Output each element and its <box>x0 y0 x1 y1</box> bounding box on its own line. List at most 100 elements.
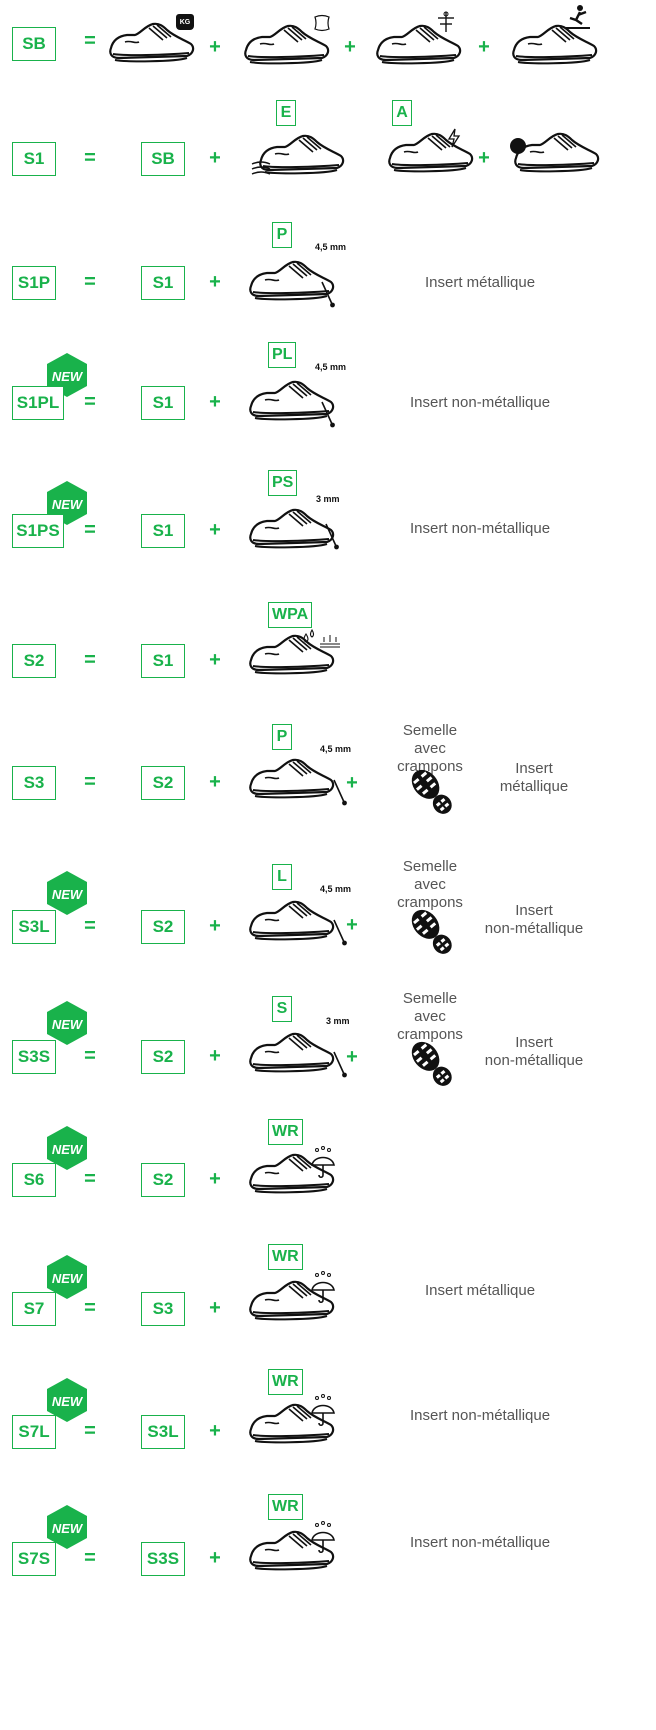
row-s1pl: NEW S1PL = S1 + PL 4,5 mm Insert non-mét… <box>0 330 656 450</box>
plus-sign: + <box>209 1297 221 1319</box>
symbol-box: L <box>272 864 292 890</box>
equals-sign: = <box>84 915 96 937</box>
nail-icon <box>318 400 338 430</box>
new-badge-label: NEW <box>52 1271 84 1286</box>
base-box: S2 <box>141 910 185 944</box>
equals-sign: = <box>84 30 96 52</box>
plus-sign: + <box>209 1547 221 1569</box>
symbol-box: S <box>272 996 292 1022</box>
sole-label-line1: Semelle avec <box>402 722 458 757</box>
code-box: SB <box>12 27 56 61</box>
base-box: S1 <box>141 266 185 300</box>
plus-sign: + <box>209 1420 221 1442</box>
impact-ball-icon <box>510 138 526 154</box>
note-text: Insert métallique <box>425 1282 536 1299</box>
note-text: Insert non-métallique <box>410 1407 551 1424</box>
plus-sign: + <box>209 915 221 937</box>
nail-icon <box>318 280 338 310</box>
code-box: S3L <box>12 910 56 944</box>
slip-icon <box>566 5 590 29</box>
base-box: S2 <box>141 1040 185 1074</box>
symbol-box: WR <box>268 1494 303 1520</box>
row-s6: NEW S6 = S2 + WR <box>0 1115 656 1235</box>
thickness-label: 4,5 mm <box>315 362 347 372</box>
symbol-box: PS <box>268 470 298 496</box>
row-s7s: NEW S7S = S3S + WR Insert non-métallique <box>0 1490 656 1610</box>
plus-sign: + <box>478 36 490 58</box>
plus-sign: + <box>346 914 358 936</box>
note-text: Insert non-métallique <box>484 1034 584 1070</box>
nail-icon <box>322 522 342 552</box>
sole-label-line1: Semelle avec <box>402 858 458 893</box>
equals-sign: = <box>84 649 96 671</box>
symbol-box: PL <box>268 342 297 368</box>
code-box: S7L <box>12 1415 56 1449</box>
shoe-icon <box>245 754 335 804</box>
plus-sign: + <box>344 36 356 58</box>
note-line1: Insert <box>515 1034 553 1051</box>
row-s3l: NEW S3L = S2 + L 4,5 mm + Semelle avec cr… <box>0 858 656 980</box>
equals-sign: = <box>84 1045 96 1067</box>
base-box: S1 <box>141 644 185 678</box>
code-box: S2 <box>12 644 56 678</box>
new-badge-label: NEW <box>52 1017 84 1032</box>
row-s1p: S1P = S1 + P 4,5 mm Insert métallique <box>0 210 656 330</box>
base-box: S3S <box>141 1542 185 1576</box>
sole-label-line1: Semelle avec <box>402 990 458 1025</box>
plus-sign: + <box>478 147 490 169</box>
note-line2: non-métallique <box>484 1052 584 1069</box>
code-box: S7 <box>12 1292 56 1326</box>
note-text: Insert métallique <box>425 274 536 291</box>
umbrella-icon <box>308 1393 338 1427</box>
code-box: S1P <box>12 266 56 300</box>
code-box: S7S <box>12 1542 56 1576</box>
equals-sign: = <box>84 147 96 169</box>
cleated-sole-icon <box>402 762 462 822</box>
umbrella-icon <box>308 1145 338 1179</box>
water-drops-icon <box>303 628 340 648</box>
code-box: S6 <box>12 1163 56 1197</box>
note-line2: non-métallique <box>484 920 584 937</box>
equals-sign: = <box>84 1420 96 1442</box>
symbol-box: WR <box>268 1369 303 1395</box>
base-box: S1 <box>141 514 185 548</box>
note-text: Insert non-métallique <box>410 1534 551 1551</box>
equals-sign: = <box>84 519 96 541</box>
base-box: SB <box>141 142 185 176</box>
plus-sign: + <box>209 1168 221 1190</box>
row-s7: NEW S7 = S3 + WR Insert métallique <box>0 1240 656 1360</box>
symbol-box: P <box>272 222 292 248</box>
equals-sign: = <box>84 1297 96 1319</box>
thickness-label: 4,5 mm <box>320 884 352 894</box>
base-box: S2 <box>141 1163 185 1197</box>
symbol-box: WR <box>268 1244 303 1270</box>
row-s1: S1 = SB + E A + <box>0 90 656 210</box>
thickness-label: 4,5 mm <box>320 744 352 754</box>
note-text: Insert non-métallique <box>410 520 551 537</box>
row-s3: S3 = S2 + P 4,5 mm + Semelle avec crampon… <box>0 720 656 840</box>
code-box: S3 <box>12 766 56 800</box>
base-box: S3L <box>141 1415 185 1449</box>
note-text: Insert non-métallique <box>410 394 551 411</box>
equals-sign: = <box>84 1168 96 1190</box>
thickness-label: 3 mm <box>316 494 340 504</box>
antistatic-icon <box>438 11 454 32</box>
plus-sign: + <box>346 772 358 794</box>
weight-label: KG <box>179 18 191 26</box>
equals-sign: = <box>84 771 96 793</box>
shoe-icon <box>245 1028 335 1078</box>
new-badge-label: NEW <box>52 369 84 384</box>
thickness-label: 4,5 mm <box>315 242 347 252</box>
note-line1: Insert <box>515 760 553 777</box>
new-badge-label: NEW <box>52 1142 84 1157</box>
row-s7l: NEW S7L = S3L + WR Insert non-métallique <box>0 1365 656 1485</box>
new-badge-label: NEW <box>52 887 84 902</box>
base-box: S2 <box>141 766 185 800</box>
symbol-box: WPA <box>268 602 313 628</box>
equals-sign: = <box>84 1547 96 1569</box>
row-s2: S2 = S1 + WPA <box>0 590 656 710</box>
plus-sign: + <box>209 271 221 293</box>
energy-icon <box>251 161 271 175</box>
equals-sign: = <box>84 271 96 293</box>
thickness-label: 3 mm <box>326 1016 350 1026</box>
